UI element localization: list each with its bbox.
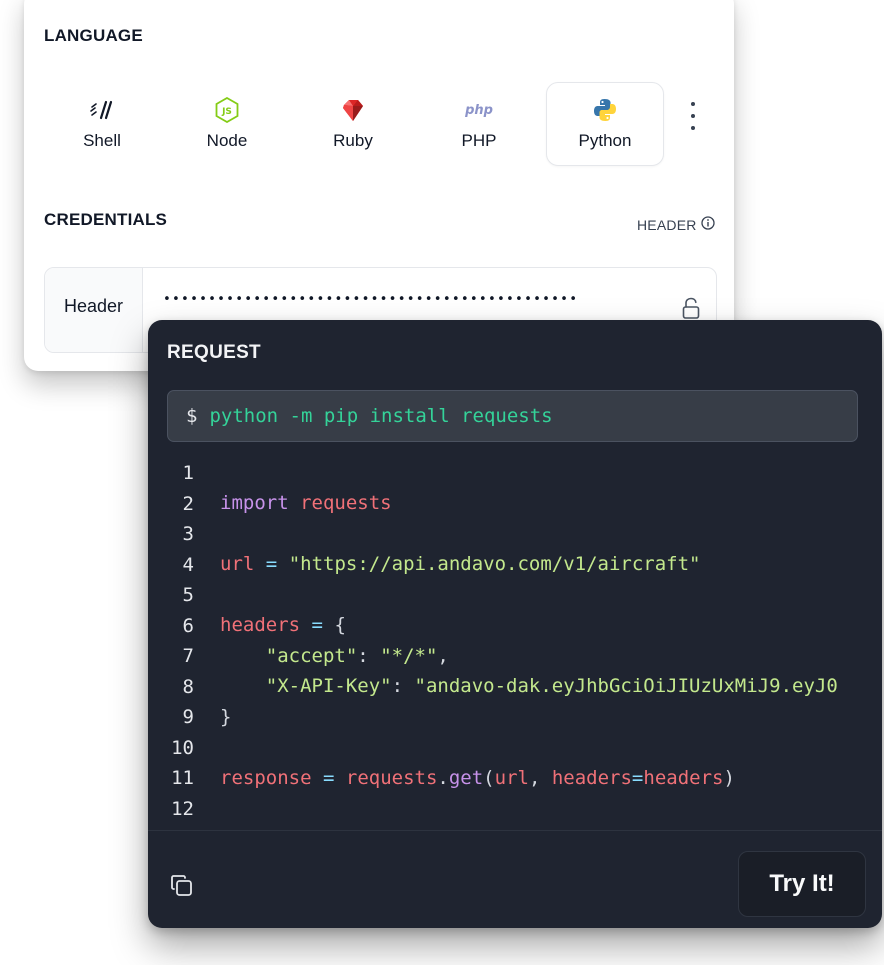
copy-icon[interactable]	[169, 873, 195, 904]
request-title: REQUEST	[167, 342, 261, 363]
nodejs-icon: JS	[215, 97, 239, 123]
more-dot	[691, 126, 695, 130]
code-token-paren: (	[483, 766, 495, 789]
php-icon-text: php	[465, 102, 493, 118]
code-token-operator: =	[322, 766, 335, 789]
code-token-operator: =	[631, 766, 644, 789]
language-option-node[interactable]: JS Node	[168, 82, 286, 166]
code-token-variable: url	[220, 553, 255, 575]
code-token-operator: =	[265, 553, 278, 575]
code-token-string: "https://api.andavo.com/v1/aircraft"	[288, 553, 701, 575]
language-label-python: Python	[578, 131, 632, 150]
code-token-variable: response	[220, 766, 312, 789]
code-token-string: "accept"	[265, 644, 358, 667]
code-token-keyword: import	[220, 492, 289, 514]
code-line-3: url = "https://api.andavo.com/v1/aircraf…	[148, 519, 701, 575]
code-token-argument: headers	[643, 766, 724, 789]
shell-icon	[89, 97, 115, 123]
auth-type-toggle[interactable]: HEADER	[637, 216, 715, 233]
code-token-object: requests	[345, 766, 438, 789]
svg-text:JS: JS	[221, 107, 232, 117]
api-key-input[interactable]	[163, 292, 663, 307]
code-token-function: get	[448, 766, 484, 789]
code-token-paren: )	[723, 766, 735, 789]
code-token-comma: ,	[437, 644, 449, 667]
install-command-text: python -m pip install requests	[209, 405, 553, 427]
code-block[interactable]: 1 2 3 4 5 6 7 8 9 10 11 12 import reques…	[148, 458, 882, 830]
language-option-shell[interactable]: Shell	[43, 82, 161, 166]
code-line-7: "X-API-Key": "andavo-dak.eyJhbGciOiJIUzU…	[148, 641, 838, 697]
info-icon	[700, 216, 715, 233]
code-line-8: }	[148, 672, 231, 728]
language-option-php[interactable]: php PHP	[420, 82, 538, 166]
code-token-argument: url	[494, 766, 529, 789]
credentials-title: CREDENTIALS	[44, 210, 168, 229]
code-token-colon: :	[357, 644, 369, 667]
more-dot	[691, 114, 695, 118]
install-command[interactable]: $ python -m pip install requests	[167, 390, 858, 442]
language-title: LANGUAGE	[44, 26, 143, 45]
code-token-string: "andavo-dak.eyJhbGciOiJIUzUxMiJ9.eyJ0	[414, 675, 838, 697]
language-option-ruby[interactable]: Ruby	[294, 82, 412, 166]
code-line-10: response = requests.get(url, headers=hea…	[148, 733, 735, 789]
try-it-button[interactable]: Try It!	[738, 851, 866, 917]
code-line-6: "accept": "*/*",	[148, 611, 449, 667]
language-label-ruby: Ruby	[333, 131, 373, 150]
language-label-php: PHP	[461, 131, 497, 150]
code-token-module: requests	[300, 492, 392, 514]
code-token-colon: :	[391, 675, 404, 697]
language-label-node: Node	[206, 131, 248, 150]
language-option-python[interactable]: Python	[546, 82, 664, 166]
request-footer: Try It!	[148, 830, 882, 928]
language-label-shell: Shell	[83, 131, 121, 150]
code-line-5: headers = {	[148, 580, 346, 636]
code-token-string: "X-API-Key"	[265, 675, 392, 697]
code-token-operator: =	[311, 614, 323, 636]
code-token-brace: }	[220, 705, 232, 728]
auth-type-label: HEADER	[637, 216, 697, 233]
more-dot	[691, 102, 695, 106]
language-credentials-card: LANGUAGE Shell JS Node Ruby php PHP Pyth…	[24, 0, 734, 371]
code-line-1: import requests	[148, 458, 392, 514]
shell-prompt: $	[186, 405, 198, 427]
code-token-comma: ,	[528, 766, 552, 789]
credentials-field-label: Header	[45, 268, 143, 352]
python-icon	[592, 97, 618, 123]
request-panel: REQUEST $ python -m pip install requests…	[148, 320, 882, 928]
code-token-dot: .	[437, 766, 449, 789]
code-token-brace: {	[334, 614, 346, 636]
code-token-string: "*/*"	[380, 644, 438, 667]
code-token-kwarg: headers	[551, 766, 632, 789]
code-token-variable: headers	[220, 614, 301, 636]
ruby-icon	[340, 97, 366, 123]
php-icon: php	[465, 97, 493, 123]
code-line-12: print(response.text)	[148, 794, 449, 831]
more-languages-button[interactable]	[684, 102, 702, 130]
